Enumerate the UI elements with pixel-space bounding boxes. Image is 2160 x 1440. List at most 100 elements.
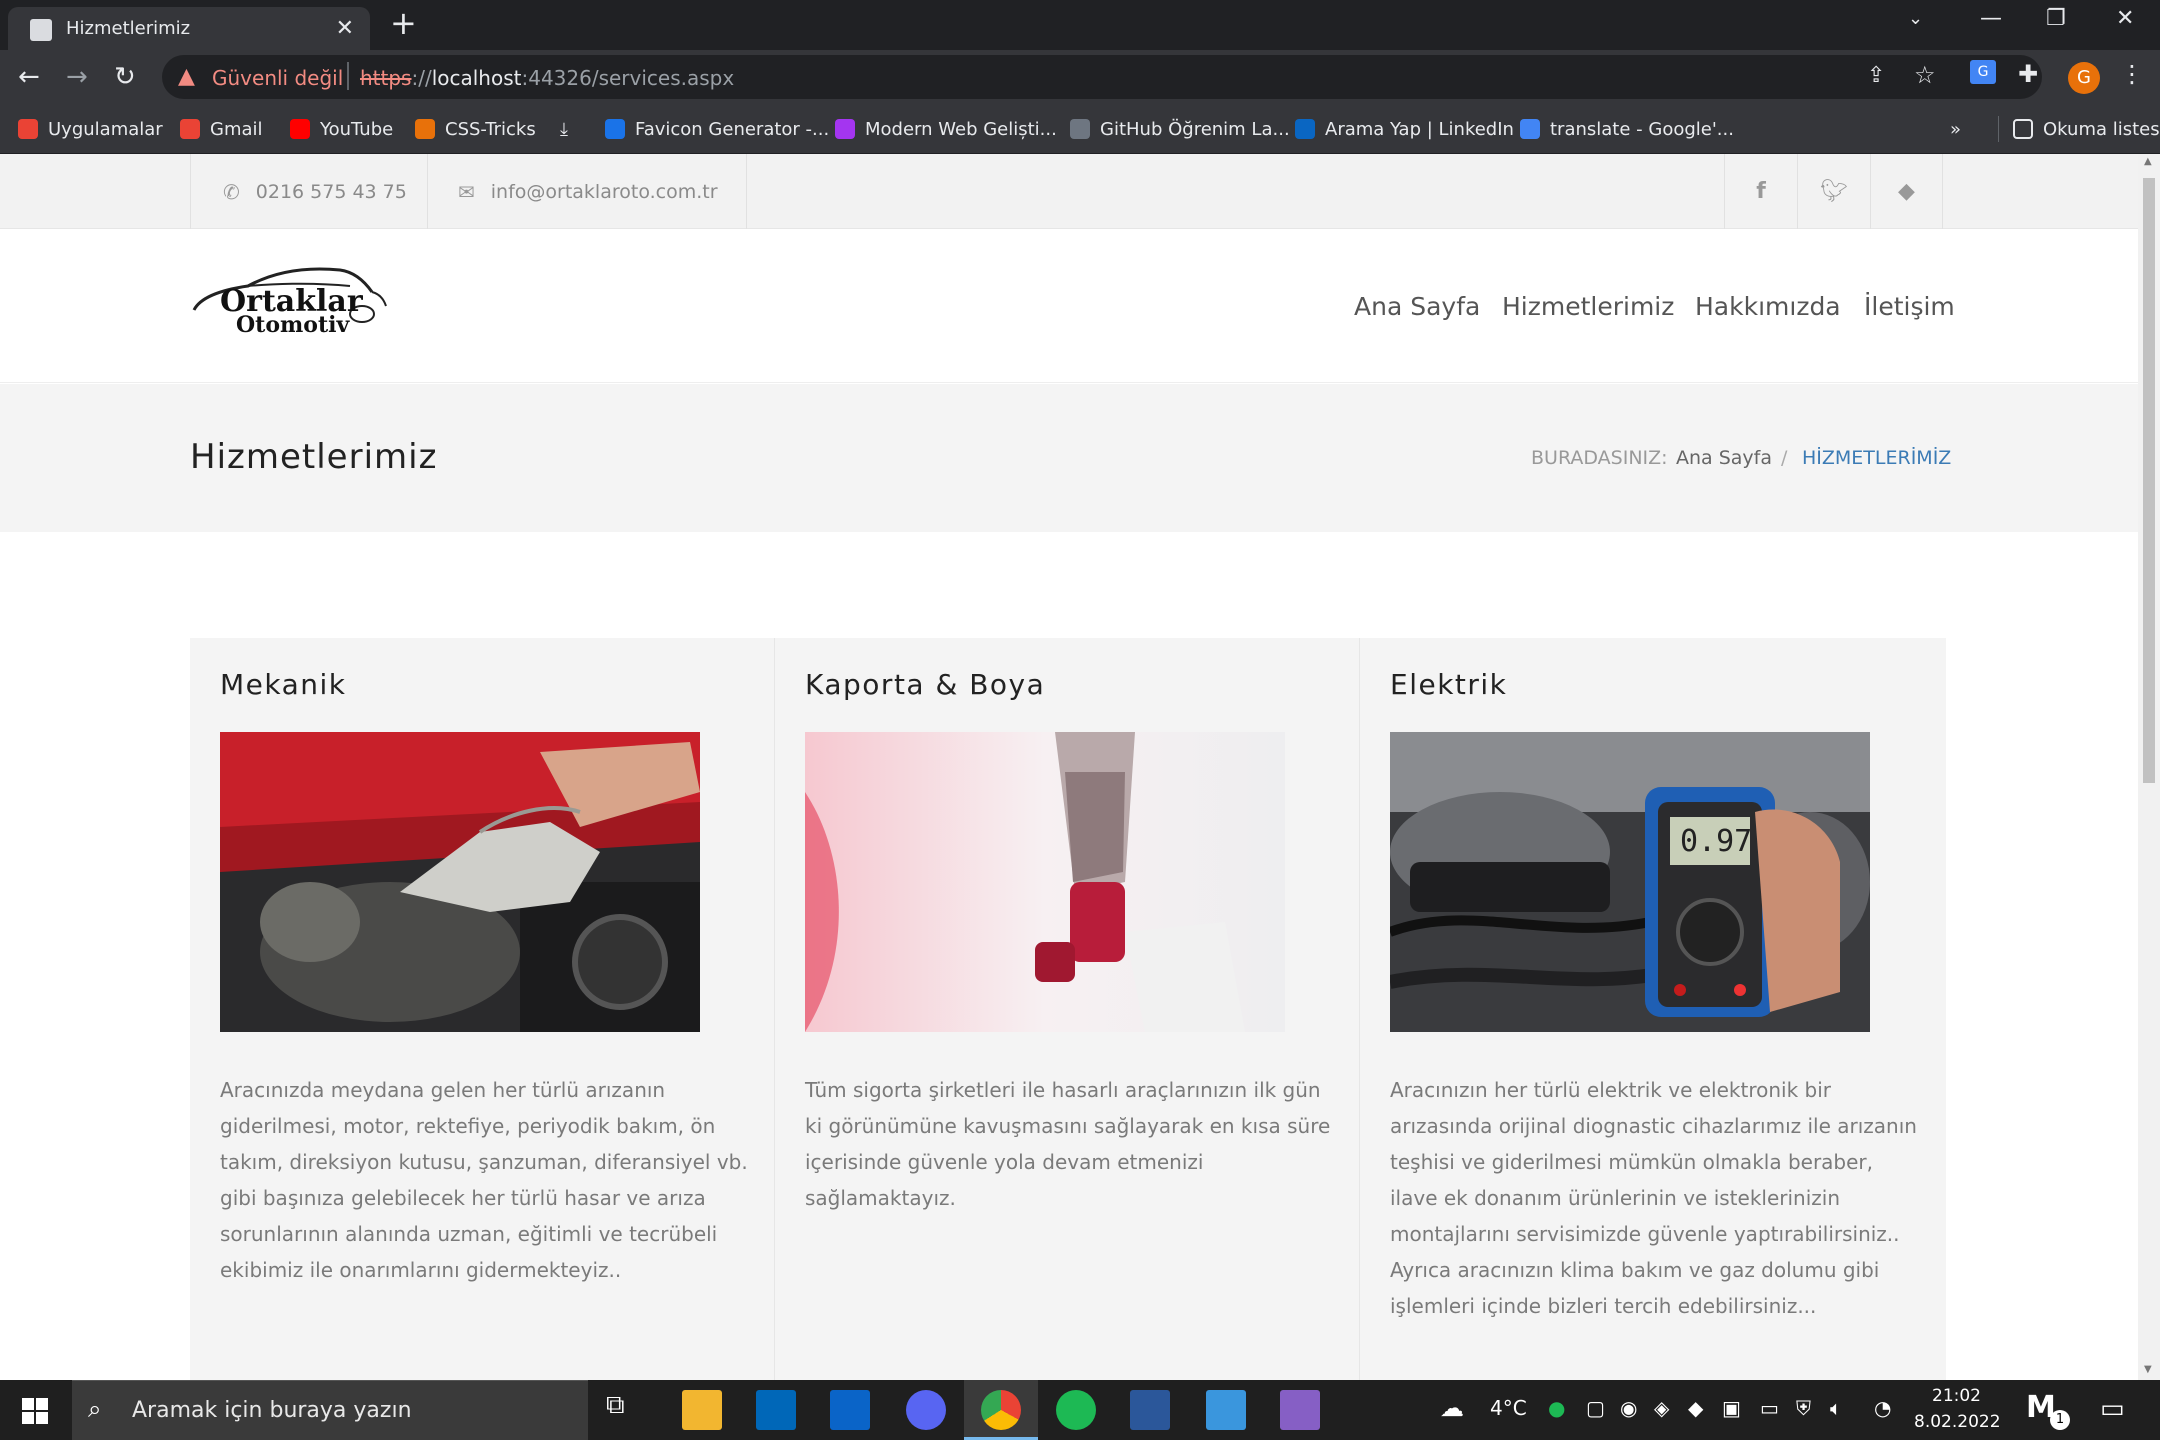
nav-services[interactable]: Hizmetlerimiz — [1502, 292, 1674, 321]
bookmark-item[interactable]: translate - Google'... — [1520, 116, 1734, 142]
scrollbar-thumb[interactable] — [2143, 178, 2155, 783]
envelope-icon: ✉ — [458, 179, 475, 204]
url-separator: :// — [411, 66, 432, 90]
spotify-tray-icon[interactable]: ● — [1548, 1396, 1565, 1420]
phone-contact[interactable]: ✆ 0216 575 43 75 — [190, 154, 427, 229]
chrome-taskbar-button[interactable] — [964, 1380, 1038, 1440]
url-path: :44326/services.aspx — [521, 66, 735, 90]
google-icon — [1520, 119, 1540, 139]
email-contact[interactable]: ✉ info@ortaklaroto.com.tr — [427, 154, 747, 229]
tray-app-icon[interactable]: ◈ — [1654, 1396, 1669, 1420]
visual-studio-icon[interactable] — [1280, 1390, 1320, 1430]
task-view-icon[interactable]: ⧉ — [606, 1390, 646, 1430]
address-bar[interactable]: ▲ Güvenli değil https://localhost:44326/… — [162, 55, 2042, 99]
reload-icon[interactable]: ↻ — [114, 62, 136, 92]
discord-icon[interactable] — [906, 1390, 946, 1430]
action-center-icon[interactable]: ▭ — [2100, 1394, 2125, 1424]
taskbar-search[interactable]: ⌕ Aramak için buraya yazın — [72, 1380, 588, 1440]
breadcrumb-home[interactable]: Ana Sayfa — [1676, 447, 1772, 469]
notification-count-badge: 1 — [2050, 1410, 2070, 1430]
mail-icon[interactable] — [830, 1390, 870, 1430]
tab-close-icon[interactable]: ✕ — [336, 16, 354, 41]
browser-toolbar: ← → ↻ ▲ Güvenli değil https://localhost:… — [0, 50, 2160, 106]
scroll-up-icon[interactable]: ▲ — [2144, 156, 2152, 167]
service-title: Mekanik — [220, 668, 347, 701]
tab-title: Hizmetlerimiz — [66, 18, 191, 39]
bookmark-label: Modern Web Geliști... — [865, 118, 1057, 140]
window-close-icon[interactable]: ✕ — [2116, 6, 2134, 31]
bookmarks-bar: Uygulamalar Gmail YouTube CSS-Tricks Favicon… — [0, 106, 2160, 154]
bookmark-item[interactable]: GitHub Öğrenim La... — [1070, 116, 1290, 142]
file-explorer-icon[interactable] — [682, 1390, 722, 1430]
search-icon: ⌕ — [88, 1395, 102, 1423]
service-card-mechanical: Mekanik Aracınızda meydana gelen her tür… — [190, 638, 775, 1380]
bookmarks-overflow-icon[interactable]: » — [1950, 116, 1961, 142]
nav-about[interactable]: Hakkımızda — [1695, 292, 1841, 321]
bookmark-item[interactable]: Modern Web Geliști... — [835, 116, 1057, 142]
tab-search-icon[interactable]: ⌄ — [1908, 8, 1923, 29]
url-scheme: https — [360, 66, 412, 90]
clock-date[interactable]: 8.02.2022 — [1914, 1412, 2001, 1432]
facebook-icon[interactable]: f — [1724, 154, 1797, 229]
nav-home[interactable]: Ana Sayfa — [1354, 292, 1480, 321]
spotify-icon[interactable] — [1056, 1390, 1096, 1430]
forward-icon[interactable]: → — [66, 62, 88, 92]
teams-tray-icon[interactable]: ◆ — [1688, 1396, 1703, 1420]
browser-tab[interactable]: Hizmetlerimiz ✕ — [8, 7, 370, 50]
restore-icon[interactable]: ❐ — [2046, 6, 2066, 31]
css-tricks-icon — [415, 119, 435, 139]
network-icon[interactable]: ◔ — [1874, 1396, 1891, 1420]
social-diamond-icon[interactable]: ◆ — [1870, 154, 1943, 229]
photos-icon[interactable] — [1206, 1390, 1246, 1430]
share-icon[interactable]: ⇪ — [1867, 63, 1885, 88]
bookmark-item[interactable]: YouTube — [290, 116, 393, 142]
back-icon[interactable]: ← — [18, 62, 40, 92]
multimeter-photo: 0.97 — [1390, 732, 1870, 1032]
url-host: localhost — [431, 66, 522, 90]
word-icon[interactable] — [1130, 1390, 1170, 1430]
battery-icon[interactable]: ▭ — [1760, 1396, 1779, 1420]
discord-tray-icon[interactable]: ◉ — [1620, 1396, 1637, 1420]
bookmark-item[interactable]: Arama Yap | LinkedIn — [1295, 116, 1514, 142]
security-shield-icon[interactable]: ⛨ — [1796, 1396, 1811, 1420]
bookmark-item[interactable]: CSS-Tricks — [415, 116, 536, 142]
google-translate-icon[interactable]: G — [1970, 60, 1996, 84]
weather-temp[interactable]: 4°C — [1490, 1396, 1527, 1420]
site-logo[interactable]: Ortaklar Otomotiv — [190, 260, 390, 350]
bookmark-label: CSS-Tricks — [445, 118, 536, 140]
logo-text-line2: Otomotiv — [236, 312, 350, 338]
microsoft-store-icon[interactable] — [756, 1390, 796, 1430]
phone-icon: ✆ — [223, 179, 240, 204]
page-scrollbar[interactable]: ▲ ▼ — [2138, 154, 2160, 1380]
site-header: Ortaklar Otomotiv Ana Sayfa Hizmetlerimi… — [0, 230, 2138, 383]
reading-list-button[interactable]: Okuma listesi — [1998, 116, 2160, 142]
bookmark-star-icon[interactable]: ☆ — [1914, 61, 1936, 89]
twitter-icon[interactable]: 🐦︎ — [1797, 154, 1870, 229]
minimize-icon[interactable]: — — [1980, 6, 2002, 31]
volume-icon[interactable]: 🔈︎ — [1830, 1396, 1842, 1420]
browser-tab-bar: Hizmetlerimiz ✕ + ⌄ — ❐ ✕ — [0, 0, 2160, 50]
bookmark-label: YouTube — [320, 118, 394, 140]
clock-time[interactable]: 21:02 — [1932, 1386, 1981, 1406]
extensions-icon[interactable]: ✚ — [2018, 60, 2038, 88]
nav-contact[interactable]: İletişim — [1864, 292, 1955, 321]
insecure-label[interactable]: Güvenli değil — [212, 66, 343, 90]
tray-device-icon[interactable]: ▢ — [1586, 1396, 1605, 1420]
bookmark-item[interactable]: Favicon Generator -... — [605, 116, 829, 142]
profile-avatar[interactable]: G — [2068, 62, 2100, 94]
tab-favicon-icon — [30, 19, 52, 41]
bookmark-label: Favicon Generator -... — [635, 118, 830, 140]
breadcrumb-prefix: BURADASINIZ: — [1531, 447, 1668, 469]
tray-monitor-icon[interactable]: ▣ — [1722, 1396, 1741, 1420]
weather-icon[interactable]: ☁ — [1440, 1394, 1464, 1422]
apps-grid-icon — [18, 119, 38, 139]
url-text[interactable]: https://localhost:44326/services.aspx — [360, 66, 734, 90]
chrome-menu-icon[interactable]: ⋮ — [2120, 60, 2144, 88]
scroll-down-icon[interactable]: ▼ — [2144, 1364, 2152, 1375]
bookmark-item[interactable]: Gmail — [180, 116, 263, 142]
new-tab-icon[interactable]: + — [390, 4, 417, 42]
bookmark-item[interactable]: Uygulamalar — [18, 116, 163, 142]
windows-start-icon[interactable] — [22, 1398, 48, 1424]
download-bookmark-icon[interactable]: ⤓ — [560, 116, 568, 142]
linkedin-icon — [1295, 119, 1315, 139]
